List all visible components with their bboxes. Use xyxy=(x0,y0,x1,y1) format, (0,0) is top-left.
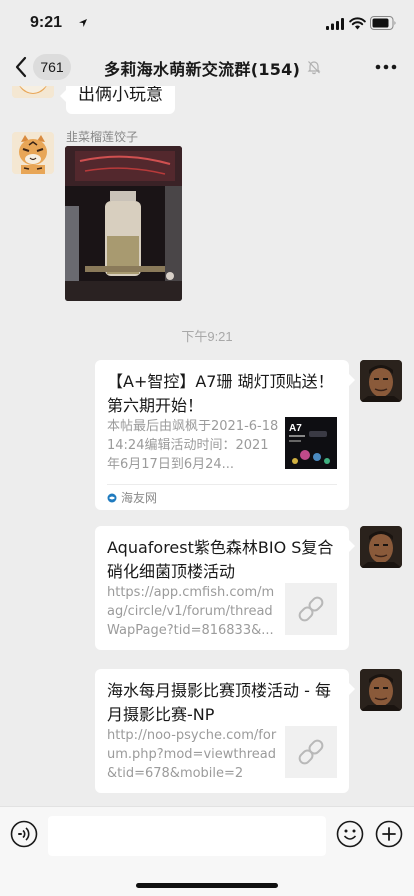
sender-avatar[interactable] xyxy=(12,132,54,174)
card-source: 海友网 xyxy=(121,491,158,505)
link-icon xyxy=(285,726,337,778)
location-arrow-icon xyxy=(79,19,87,27)
text-message-bubble[interactable]: 出俩小玩意 xyxy=(60,86,175,114)
unread-count-badge[interactable]: 761 xyxy=(33,54,71,80)
time-separator: 下午9:21 xyxy=(181,329,233,344)
link-icon xyxy=(285,583,337,635)
wifi-icon xyxy=(349,17,366,30)
status-bar: 9:21 xyxy=(0,0,414,48)
card-title: Aquaforest紫色森林BIO S复合硝化细菌顶楼活动 xyxy=(107,538,334,581)
chat-header: 761 多莉海水萌新交流群(154) xyxy=(0,48,414,86)
card-thumbnail: A7 xyxy=(285,417,337,469)
status-time: 9:21 xyxy=(30,14,63,31)
voice-icon[interactable] xyxy=(10,820,38,848)
ellipsis-icon[interactable] xyxy=(375,64,397,70)
battery-icon xyxy=(370,16,396,30)
message-input[interactable] xyxy=(48,816,326,856)
chat-title: 多莉海水萌新交流群(154) xyxy=(104,60,301,79)
message-list[interactable]: 出俩小玩意 韭菜榴莲饺子 下午9:21 【A+智控】A7珊 瑚灯顶贴送！第六期开… xyxy=(0,86,414,806)
card-divider xyxy=(107,484,337,485)
sender-avatar[interactable] xyxy=(360,669,402,711)
photo-message[interactable] xyxy=(65,146,182,301)
bell-slash-icon xyxy=(307,61,321,75)
sender-avatar[interactable] xyxy=(12,86,54,98)
sender-avatar[interactable] xyxy=(360,360,402,402)
link-card-2[interactable]: Aquaforest紫色森林BIO S复合硝化细菌顶楼活动 https://ap… xyxy=(95,526,355,650)
home-indicator xyxy=(136,883,278,888)
plus-icon[interactable] xyxy=(375,820,403,848)
card-title: 海水每月摄影比赛顶楼活动 - 每月摄影比赛-NP xyxy=(107,681,331,724)
thumbnail-label: A7 xyxy=(289,423,302,434)
message-text: 出俩小玩意 xyxy=(78,86,163,105)
card-description: http://noo-psyche.com/forum.php?mod=view… xyxy=(107,728,277,781)
chevron-left-icon[interactable] xyxy=(14,56,28,78)
card-description: https://app.cmfish.com/mag/circle/v1/for… xyxy=(107,585,275,638)
link-card-3[interactable]: 海水每月摄影比赛顶楼活动 - 每月摄影比赛-NP http://noo-psyc… xyxy=(95,669,355,793)
card-description: 本帖最后由飒枫于2021-6-1814:24编辑活动时间：2021年6月17日到… xyxy=(107,419,279,472)
sender-avatar[interactable] xyxy=(360,526,402,568)
emoji-icon[interactable] xyxy=(336,820,364,848)
card-title: 【A+智控】A7珊 瑚灯顶贴送！第六期开始！ xyxy=(107,372,334,415)
sender-name: 韭菜榴莲饺子 xyxy=(66,130,139,144)
cellular-signal-icon xyxy=(326,18,344,30)
link-card-1[interactable]: 【A+智控】A7珊 瑚灯顶贴送！第六期开始！ 本帖最后由飒枫于2021-6-18… xyxy=(95,360,355,510)
source-app-icon xyxy=(107,493,117,503)
